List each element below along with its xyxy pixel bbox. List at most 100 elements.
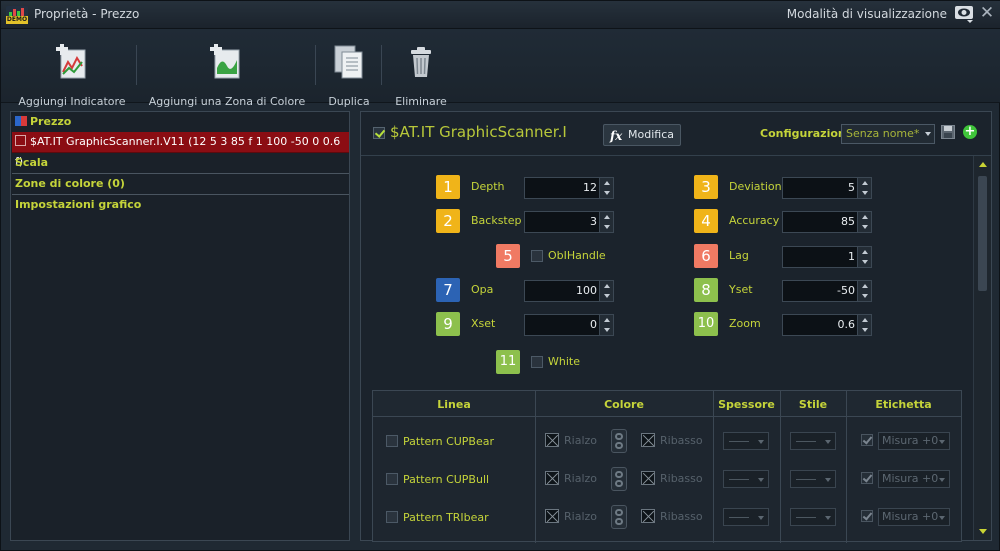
- toolbar-separator: [381, 45, 382, 85]
- link-colors-icon[interactable]: [611, 505, 627, 529]
- param-label: Lag: [729, 249, 749, 262]
- style-select[interactable]: [790, 508, 836, 526]
- up-color-swatch[interactable]: [545, 433, 559, 447]
- deviation-input[interactable]: 5: [782, 177, 872, 199]
- label-checkbox[interactable]: [861, 510, 873, 522]
- param-number-badge: 3: [694, 175, 718, 199]
- toolbar: Aggiungi Indicatore Aggiungi una Zona di…: [1, 29, 1000, 108]
- spin-buttons[interactable]: [857, 212, 871, 232]
- tree-item-label: Impostazioni grafico: [15, 198, 142, 211]
- style-select[interactable]: [790, 470, 836, 488]
- scroll-down-icon[interactable]: [979, 529, 987, 534]
- param-number-badge: 8: [694, 278, 718, 302]
- price-chart-icon: [15, 116, 27, 126]
- lag-input[interactable]: 1: [782, 246, 872, 268]
- header-stile: Stile: [798, 398, 828, 411]
- properties-window: DEMO Proprietà - Prezzo Modalità di visu…: [0, 0, 1000, 551]
- add-color-zone-button[interactable]: Aggiungi una Zona di Colore: [147, 44, 307, 108]
- save-icon[interactable]: [941, 125, 955, 139]
- modify-label: Modifica: [628, 128, 674, 141]
- down-color-label: Ribasso: [660, 472, 703, 485]
- param-value: 85: [841, 215, 855, 228]
- param-opa: 7 Opa 100: [436, 278, 636, 302]
- scroll-thumb[interactable]: [978, 176, 987, 291]
- add-color-zone-icon: [210, 44, 240, 79]
- spin-buttons[interactable]: [857, 281, 871, 301]
- vertical-scrollbar[interactable]: [973, 156, 991, 540]
- spin-buttons[interactable]: [857, 247, 871, 267]
- style-select[interactable]: [790, 432, 836, 450]
- chevron-down-icon: [825, 516, 831, 520]
- backstep-input[interactable]: 3: [524, 211, 614, 233]
- down-color-swatch[interactable]: [641, 433, 655, 447]
- view-mode-label[interactable]: Modalità di visualizzazione: [787, 7, 947, 21]
- tree-item-label: Scala: [15, 156, 49, 169]
- spin-buttons[interactable]: [599, 178, 613, 198]
- spin-buttons[interactable]: [599, 315, 613, 335]
- label-select[interactable]: Misura +0: [878, 508, 950, 526]
- duplicate-button[interactable]: Duplica: [323, 44, 375, 108]
- down-color-swatch[interactable]: [641, 471, 655, 485]
- tree-item-chart-settings[interactable]: Impostazioni grafico: [12, 195, 349, 216]
- param-label: Xset: [471, 317, 496, 330]
- spin-buttons[interactable]: [857, 315, 871, 335]
- thickness-select[interactable]: [723, 508, 769, 526]
- param-label: Depth: [471, 180, 505, 193]
- down-color-swatch[interactable]: [641, 509, 655, 523]
- spin-buttons[interactable]: [599, 281, 613, 301]
- white-checkbox[interactable]: [531, 356, 543, 368]
- label-value: Misura +0: [882, 510, 939, 523]
- toolbar-separator: [136, 45, 137, 85]
- scroll-up-icon[interactable]: [979, 162, 987, 167]
- yset-input[interactable]: -50: [782, 280, 872, 302]
- line-enable-checkbox[interactable]: [386, 511, 398, 523]
- up-color-label: Rialzo: [564, 510, 597, 523]
- accuracy-input[interactable]: 85: [782, 211, 872, 233]
- thickness-select[interactable]: [723, 432, 769, 450]
- table-header: Linea Colore Spessore Stile Etichetta: [373, 391, 961, 417]
- obihandle-checkbox[interactable]: [531, 250, 543, 262]
- delete-button[interactable]: Eliminare: [391, 44, 451, 108]
- window-title: Proprietà - Prezzo: [34, 7, 140, 21]
- add-configuration-icon[interactable]: +: [963, 125, 977, 139]
- link-colors-icon[interactable]: [611, 429, 627, 453]
- label-checkbox[interactable]: [861, 472, 873, 484]
- param-backstep: 2 Backstep 3: [436, 209, 636, 233]
- tree-item-scala[interactable]: Scala: [12, 153, 349, 174]
- param-label: Yset: [729, 283, 753, 296]
- param-lag: 6 Lag 1: [694, 244, 894, 268]
- indicator-checkbox[interactable]: [15, 135, 26, 146]
- label-select[interactable]: Misura +0: [878, 432, 950, 450]
- tree-item-prezzo[interactable]: Prezzo: [12, 112, 349, 133]
- configuration-select[interactable]: Senza nome*: [841, 124, 935, 144]
- param-yset: 8 Yset -50: [694, 278, 894, 302]
- param-value: 12: [583, 181, 597, 194]
- add-indicator-button[interactable]: Aggiungi Indicatore: [17, 44, 127, 108]
- label-checkbox[interactable]: [861, 434, 873, 446]
- modify-button[interactable]: fx Modifica: [603, 124, 681, 146]
- opa-input[interactable]: 100: [524, 280, 614, 302]
- thickness-select[interactable]: [723, 470, 769, 488]
- line-enable-checkbox[interactable]: [386, 435, 398, 447]
- indicator-enabled-checkbox[interactable]: [373, 127, 385, 139]
- link-colors-icon[interactable]: [611, 467, 627, 491]
- tree-item-color-zones[interactable]: Zone di colore (0): [12, 174, 349, 195]
- close-icon[interactable]: ✕: [979, 5, 995, 22]
- param-accuracy: 4 Accuracy 85: [694, 209, 894, 233]
- view-mode-eye-icon[interactable]: [953, 4, 975, 24]
- spin-buttons[interactable]: [599, 212, 613, 232]
- spin-buttons[interactable]: [857, 178, 871, 198]
- tree-item-indicator[interactable]: $AT.IT GraphicScanner.I.V11 (12 5 3 85 f…: [12, 132, 349, 168]
- up-color-swatch[interactable]: [545, 471, 559, 485]
- add-color-zone-label: Aggiungi una Zona di Colore: [148, 95, 306, 108]
- chevron-down-icon: [939, 478, 945, 482]
- param-number-badge: 1: [436, 175, 460, 199]
- depth-input[interactable]: 12: [524, 177, 614, 199]
- xset-input[interactable]: 0: [524, 314, 614, 336]
- label-value: Misura +0: [882, 434, 939, 447]
- zoom-input[interactable]: 0.6: [782, 314, 872, 336]
- up-color-swatch[interactable]: [545, 509, 559, 523]
- line-enable-checkbox[interactable]: [386, 473, 398, 485]
- demo-badge: DEMO: [6, 16, 28, 24]
- label-select[interactable]: Misura +0: [878, 470, 950, 488]
